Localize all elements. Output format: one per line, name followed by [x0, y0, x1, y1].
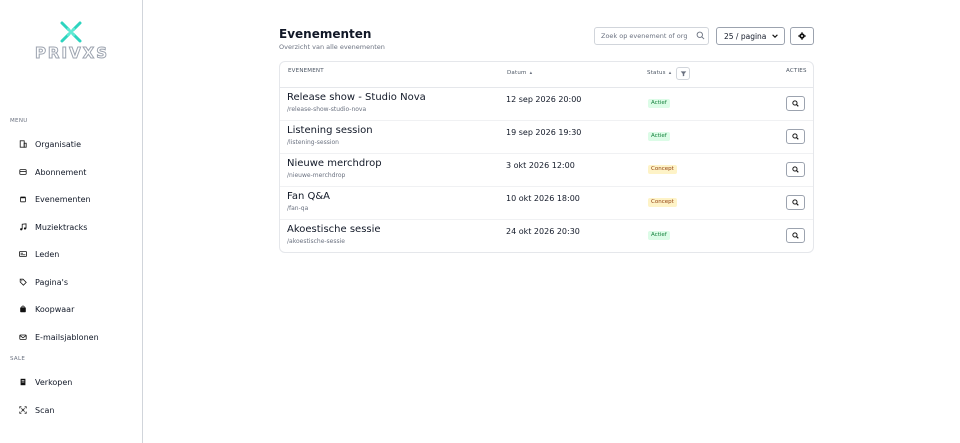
logo-x-icon	[60, 21, 82, 43]
sidebar-item-label: Evenementen	[35, 194, 91, 204]
sidebar-item-label: Scan	[35, 405, 55, 415]
event-date: 19 sep 2026 19:30	[506, 128, 582, 137]
event-date: 12 sep 2026 20:00	[506, 95, 582, 104]
event-slug: /listening-session	[287, 139, 339, 146]
sidebar-item-label: Leden	[35, 249, 60, 259]
table-row[interactable]: Akoestische sessie /akoestische-sessie 2…	[280, 220, 813, 253]
chevron-down-icon	[772, 34, 778, 38]
event-date: 3 okt 2026 12:00	[506, 161, 575, 170]
view-button[interactable]	[786, 195, 805, 210]
filter-icon	[680, 71, 686, 77]
column-header-actions: ACTIES	[786, 68, 807, 74]
music-icon	[16, 223, 30, 231]
bag-icon	[16, 305, 30, 313]
event-name[interactable]: Fan Q&A	[287, 191, 330, 202]
status-badge: Concept	[648, 198, 677, 207]
magnifier-icon	[792, 133, 799, 140]
table-row[interactable]: Release show - Studio Nova /release-show…	[280, 88, 813, 121]
id-card-icon	[16, 250, 30, 258]
search-icon	[696, 31, 705, 40]
receipt-icon	[16, 378, 30, 386]
events-table: EVENEMENT Datum ▴ Status ▴ ACTIES Release …	[279, 61, 814, 253]
event-date: 10 okt 2026 18:00	[506, 194, 580, 203]
status-badge: Actief	[648, 132, 670, 141]
sidebar-item-evenementen[interactable]: Evenementen	[10, 188, 135, 210]
sort-icon: ▴	[668, 70, 672, 76]
sidebar-item-abonnement[interactable]: Abonnement	[10, 161, 135, 183]
event-slug: /fan-qa	[287, 205, 309, 212]
column-header-event: EVENEMENT	[288, 68, 324, 74]
event-slug: /akoestische-sessie	[287, 238, 345, 245]
event-name[interactable]: Akoestische sessie	[287, 224, 381, 235]
status-badge: Actief	[648, 231, 670, 240]
sidebar-item-label: Koopwaar	[35, 304, 75, 314]
sidebar-item-e-mailsjablonen[interactable]: E-mailsjablonen	[10, 326, 135, 348]
sidebar-item-label: Verkopen	[35, 377, 73, 387]
sidebar-item-scan[interactable]: Scan	[10, 399, 135, 421]
event-slug: /release-show-studio-nova	[287, 106, 367, 113]
card-icon	[16, 168, 30, 176]
page-subtitle: Overzicht van alle evenementen	[279, 43, 385, 51]
settings-button[interactable]	[790, 27, 814, 45]
view-button[interactable]	[786, 96, 805, 111]
magnifier-icon	[792, 100, 799, 107]
gear-icon	[798, 32, 806, 40]
page-size-value: 25 / pagina	[724, 31, 767, 41]
table-row[interactable]: Nieuwe merchdrop /nieuwe-merchdrop 3 okt…	[280, 154, 813, 187]
calendar-icon	[16, 195, 30, 203]
menu-section-label: MENU	[10, 118, 28, 124]
page-size-select[interactable]: 25 / pagina	[716, 27, 785, 45]
sale-section-label: SALE	[10, 356, 26, 362]
logo[interactable]: PRIVXS	[34, 20, 110, 63]
column-header-date[interactable]: Datum ▴	[507, 70, 532, 76]
sidebar-item-label: Pagina's	[35, 277, 69, 287]
magnifier-icon	[792, 199, 799, 206]
magnifier-icon	[792, 166, 799, 173]
event-slug: /nieuwe-merchdrop	[287, 172, 346, 179]
event-name[interactable]: Release show - Studio Nova	[287, 92, 426, 103]
sidebar-item-label: Organisatie	[35, 139, 82, 149]
sidebar-item-koopwaar[interactable]: Koopwaar	[10, 298, 135, 320]
logo-text: PRIVXS	[34, 44, 110, 63]
sidebar-item-verkopen[interactable]: Verkopen	[10, 371, 135, 393]
sidebar-item-label: Muziektracks	[35, 222, 88, 232]
sidebar: PRIVXS MENU Organisatie Abonnement Evene…	[0, 0, 143, 443]
search-input[interactable]	[594, 27, 709, 45]
sidebar-item-leden[interactable]: Leden	[10, 243, 135, 265]
column-header-status[interactable]: Status ▴	[647, 70, 671, 76]
status-badge: Actief	[648, 99, 670, 108]
sort-icon: ▴	[529, 70, 533, 76]
sidebar-item-organisatie[interactable]: Organisatie	[10, 133, 135, 155]
sidebar-item-muziektracks[interactable]: Muziektracks	[10, 216, 135, 238]
view-button[interactable]	[786, 228, 805, 243]
event-name[interactable]: Listening session	[287, 125, 373, 136]
view-button[interactable]	[786, 129, 805, 144]
event-name[interactable]: Nieuwe merchdrop	[287, 158, 382, 169]
sidebar-item-label: E-mailsjablonen	[35, 332, 99, 342]
scan-icon	[16, 406, 30, 414]
view-button[interactable]	[786, 162, 805, 177]
magnifier-icon	[792, 232, 799, 239]
sidebar-item-paginas[interactable]: Pagina's	[10, 271, 135, 293]
mail-icon	[16, 333, 30, 341]
sidebar-item-label: Abonnement	[35, 167, 87, 177]
status-filter-button[interactable]	[676, 67, 690, 80]
page-title: Evenementen	[279, 27, 372, 41]
event-date: 24 okt 2026 20:30	[506, 227, 580, 236]
table-row[interactable]: Fan Q&A /fan-qa 10 okt 2026 18:00 Concep…	[280, 187, 813, 220]
tag-icon	[16, 278, 30, 286]
status-badge: Concept	[648, 165, 677, 174]
table-row[interactable]: Listening session /listening-session 19 …	[280, 121, 813, 154]
building-icon	[16, 140, 30, 148]
